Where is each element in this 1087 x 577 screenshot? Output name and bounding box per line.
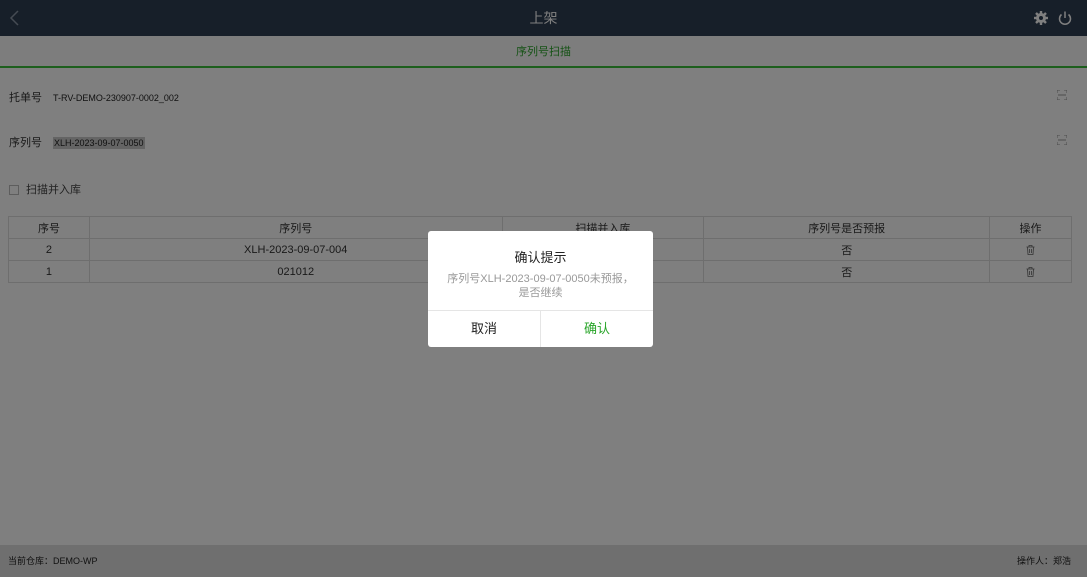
cancel-button[interactable]: 取消 xyxy=(428,311,541,347)
dialog-title: 确认提示 xyxy=(514,250,567,265)
confirm-button[interactable]: 确认 xyxy=(541,311,653,347)
dialog-message: 序列号XLH-2023-09-07-0050未预报，是否继续 xyxy=(447,273,634,299)
dialog-buttons: 取消 确认 xyxy=(428,310,653,347)
confirm-dialog: 确认提示 序列号XLH-2023-09-07-0050未预报，是否继续 取消 确… xyxy=(428,231,653,347)
